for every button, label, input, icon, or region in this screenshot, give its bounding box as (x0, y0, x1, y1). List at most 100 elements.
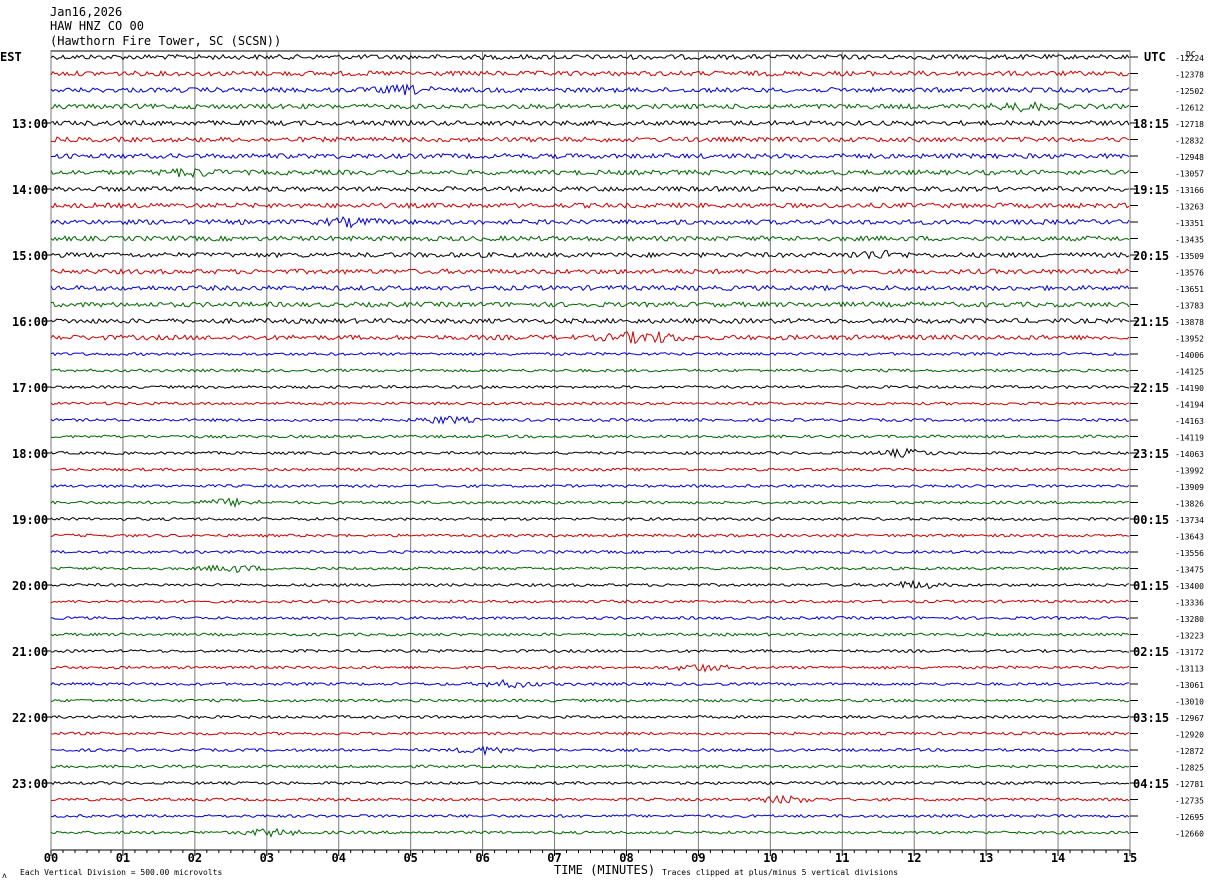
dc-offset-label: -13952 (1175, 335, 1204, 344)
trace-layer (50, 53, 1130, 838)
x-tick-label: 04 (332, 851, 346, 865)
dc-offset-label: -13166 (1175, 186, 1204, 195)
plot-frame (50, 50, 1131, 851)
seismic-trace (50, 564, 1130, 573)
seismic-trace (50, 267, 1130, 275)
left-hour-label: 23:00 (12, 777, 48, 791)
dc-offset-label: -12832 (1175, 137, 1204, 146)
x-tick-label: 05 (403, 851, 417, 865)
seismic-trace (50, 100, 1130, 113)
right-hour-label: 22:15 (1133, 381, 1169, 395)
seismic-trace (50, 533, 1130, 538)
seismic-trace (50, 53, 1130, 61)
left-hour-label: 22:00 (12, 711, 48, 725)
dc-offset-label: -13435 (1175, 236, 1204, 245)
seismic-trace (50, 201, 1130, 210)
right-hour-label: 01:15 (1133, 579, 1169, 593)
dc-offset-label: -13336 (1175, 599, 1204, 608)
seismic-trace (50, 663, 1130, 673)
right-hour-label: 23:15 (1133, 447, 1169, 461)
dc-offset-label: -13651 (1175, 285, 1204, 294)
seismic-trace (50, 384, 1130, 390)
seismic-trace (50, 780, 1130, 786)
x-tick-label: 14 (1051, 851, 1065, 865)
x-tick-label: 09 (691, 851, 705, 865)
dc-offset-label: -12695 (1175, 813, 1204, 822)
dc-offset-label: -13400 (1175, 582, 1204, 591)
seismic-trace (50, 496, 1130, 509)
seismic-trace (50, 827, 1130, 838)
seismic-trace (50, 351, 1130, 357)
seismic-trace (50, 119, 1130, 127)
left-hour-label: 14:00 (12, 183, 48, 197)
x-tick-label: 03 (260, 851, 274, 865)
dc-offset-label: -12781 (1175, 780, 1204, 789)
right-hour-label: 00:15 (1133, 513, 1169, 527)
dc-offset-label: -14063 (1175, 450, 1204, 459)
seismic-trace (50, 794, 1130, 804)
left-hour-label: 13:00 (12, 117, 48, 131)
right-hour-label: 04:15 (1133, 777, 1169, 791)
seismic-trace (50, 69, 1130, 77)
seismic-trace (50, 167, 1130, 179)
seismic-trace (50, 152, 1130, 160)
dc-offset-label: -13734 (1175, 516, 1204, 525)
x-tick-label: 15 (1123, 851, 1137, 865)
footer-scale-note: Each Vertical Division = 500.00 microvol… (20, 868, 222, 877)
seismic-trace (50, 331, 1130, 345)
dc-offset-label: -12660 (1175, 830, 1204, 839)
helicorder-plot: Jan16,2026 HAW HNZ CO 00 (Hawthorn Fire … (0, 5, 1204, 880)
dc-offset-label: -12718 (1175, 120, 1204, 129)
dc-offset-label: -12502 (1175, 87, 1204, 96)
dc-offset-label: -13576 (1175, 269, 1204, 278)
corner-mark-icon: ᴧ (2, 871, 7, 880)
dc-offset-label: -13351 (1175, 219, 1204, 228)
header-date: Jan16,2026 (50, 5, 122, 19)
dc-offset-label: -14190 (1175, 384, 1204, 393)
seismic-trace (50, 216, 1130, 229)
seismic-trace (50, 632, 1130, 637)
dc-offset-label: -13057 (1175, 170, 1204, 179)
seismic-trace (50, 483, 1130, 489)
x-tick-label: 01 (116, 851, 130, 865)
header-station: HAW HNZ CO 00 (50, 19, 144, 33)
seismic-trace (50, 136, 1130, 143)
left-hour-label: 15:00 (12, 249, 48, 263)
dc-offset-label: -13010 (1175, 698, 1204, 707)
dc-offset-label: -13061 (1175, 681, 1204, 690)
dc-offset-label: -13556 (1175, 549, 1204, 558)
seismic-trace (50, 731, 1130, 736)
x-tick-label: 10 (763, 851, 777, 865)
dc-offset-label: -12825 (1175, 764, 1204, 773)
dc-offset-label: -12948 (1175, 153, 1204, 162)
header-site: (Hawthorn Fire Tower, SC (SCSN)) (50, 34, 281, 48)
right-hour-label: 19:15 (1133, 183, 1169, 197)
dc-offset-label: -13992 (1175, 467, 1204, 476)
seismic-trace (50, 516, 1130, 522)
dc-offset-label: -13263 (1175, 203, 1204, 212)
seismic-trace (50, 599, 1130, 604)
seismic-trace (50, 401, 1130, 406)
dc-offset-label: -12378 (1175, 71, 1204, 80)
seismic-trace (50, 615, 1130, 621)
seismic-trace (50, 434, 1130, 439)
right-hour-label: 20:15 (1133, 249, 1169, 263)
right-hour-label: 02:15 (1133, 645, 1169, 659)
left-hour-label: 16:00 (12, 315, 48, 329)
seismic-trace (50, 549, 1130, 555)
seismic-trace (50, 249, 1130, 260)
seismic-trace (50, 764, 1130, 769)
seismic-trace (50, 301, 1130, 308)
right-hour-label: 18:15 (1133, 117, 1169, 131)
seismic-trace (51, 745, 1130, 757)
dc-offset-label: -13909 (1175, 483, 1204, 492)
seismic-trace (50, 185, 1130, 193)
x-tick-label: 13 (979, 851, 993, 865)
seismic-trace (50, 284, 1130, 292)
footer-clip-note: Traces clipped at plus/minus 5 vertical … (662, 868, 898, 877)
left-hour-label: 20:00 (12, 579, 48, 593)
x-tick-label: 00 (44, 851, 58, 865)
dc-offset-label: -13113 (1175, 665, 1204, 674)
x-tick-label: 11 (835, 851, 849, 865)
dc-offset-label: -13878 (1175, 318, 1204, 327)
